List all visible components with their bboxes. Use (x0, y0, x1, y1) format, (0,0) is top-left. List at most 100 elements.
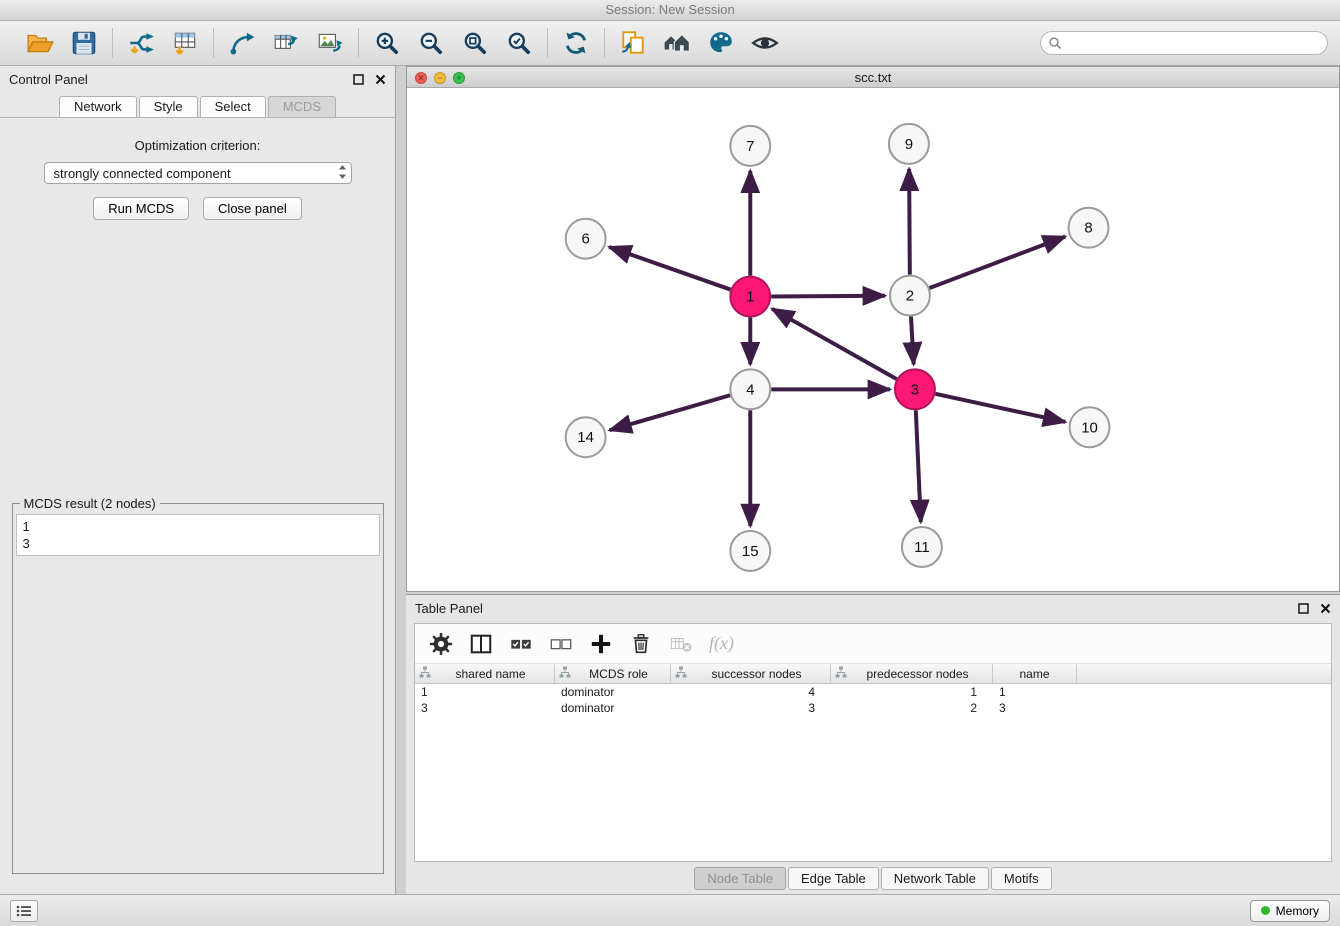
show-panels-button[interactable] (10, 900, 38, 922)
show-hide-button[interactable] (749, 27, 781, 59)
graph-node-label: 6 (581, 231, 589, 248)
tab-edge-table[interactable]: Edge Table (788, 867, 879, 890)
float-panel-icon[interactable] (353, 74, 364, 85)
column-header-predecessor-nodes[interactable]: predecessor nodes (831, 664, 993, 683)
graph-node[interactable]: 1 (730, 277, 770, 317)
close-panel-icon[interactable] (375, 74, 386, 85)
cell-name[interactable]: 1 (993, 685, 1077, 699)
import-table-button[interactable] (169, 27, 201, 59)
graph-node[interactable]: 11 (902, 527, 942, 567)
cell-successor-nodes[interactable]: 4 (671, 685, 831, 699)
graph-edge[interactable] (911, 317, 914, 365)
cell-shared-name[interactable]: 1 (415, 685, 555, 699)
graph-node[interactable]: 9 (889, 124, 929, 164)
tab-node-table[interactable]: Node Table (694, 867, 786, 890)
export-image-icon (316, 29, 344, 57)
tab-motifs[interactable]: Motifs (991, 867, 1052, 890)
cell-shared-name[interactable]: 3 (415, 701, 555, 715)
cell-successor-nodes[interactable]: 3 (671, 701, 831, 715)
show-column-button[interactable] (469, 632, 493, 656)
zoom-out-button[interactable] (415, 27, 447, 59)
column-header-name[interactable]: name (993, 664, 1077, 683)
deselect-all-button[interactable] (549, 632, 573, 656)
graph-edge[interactable] (610, 395, 731, 430)
close-panel-button[interactable]: Close panel (203, 197, 302, 220)
close-window-icon[interactable]: ✕ (415, 72, 427, 84)
cell-predecessor-nodes[interactable]: 2 (831, 701, 993, 715)
tab-style[interactable]: Style (139, 96, 198, 117)
zoom-selected-button[interactable] (503, 27, 535, 59)
cell-mcds-role[interactable]: dominator (555, 685, 671, 699)
window-title: Session: New Session (605, 2, 734, 17)
graph-edge[interactable] (771, 296, 885, 297)
export-network-button[interactable] (226, 27, 258, 59)
cell-name[interactable]: 3 (993, 701, 1077, 715)
graph-node-label: 3 (911, 381, 919, 398)
save-session-button[interactable] (68, 27, 100, 59)
zoom-in-button[interactable] (371, 27, 403, 59)
attribute-icon (419, 666, 431, 681)
delete-column-button[interactable] (669, 632, 693, 656)
graph-node[interactable]: 15 (730, 531, 770, 571)
clone-network-button[interactable] (617, 27, 649, 59)
table-settings-button[interactable] (429, 632, 453, 656)
cell-predecessor-nodes[interactable]: 1 (831, 685, 993, 699)
graph-edge[interactable] (935, 394, 1065, 422)
export-table-button[interactable] (270, 27, 302, 59)
column-header-shared-name[interactable]: shared name (415, 664, 555, 683)
export-image-button[interactable] (314, 27, 346, 59)
close-table-panel-icon[interactable] (1320, 603, 1331, 614)
table-row[interactable]: 3 dominator 3 2 3 (415, 700, 1331, 716)
apply-style-button[interactable] (705, 27, 737, 59)
minimize-window-icon[interactable]: − (434, 72, 446, 84)
cell-mcds-role[interactable]: dominator (555, 701, 671, 715)
import-network-button[interactable] (125, 27, 157, 59)
graph-node[interactable]: 14 (566, 417, 606, 457)
tab-network-table[interactable]: Network Table (881, 867, 989, 890)
memory-button[interactable]: Memory (1250, 900, 1330, 922)
graph-node[interactable]: 8 (1069, 208, 1109, 248)
float-table-panel-icon[interactable] (1298, 603, 1309, 614)
select-all-icon (509, 632, 533, 656)
column-header-successor-nodes[interactable]: successor nodes (671, 664, 831, 683)
tab-network[interactable]: Network (59, 96, 137, 117)
maximize-window-icon[interactable]: + (453, 72, 465, 84)
graph-node-label: 4 (746, 381, 754, 398)
criterion-select[interactable]: strongly connected component (44, 162, 352, 184)
select-all-button[interactable] (509, 632, 533, 656)
search-input[interactable] (1040, 31, 1328, 55)
graph-edge[interactable] (929, 237, 1065, 288)
mcds-result-list[interactable]: 1 3 (16, 514, 380, 556)
function-builder-button[interactable]: f(x) (709, 633, 734, 654)
graph-node[interactable]: 6 (566, 219, 606, 259)
status-bar: Memory (0, 894, 1340, 926)
delete-row-button[interactable] (629, 632, 653, 656)
open-session-button[interactable] (24, 27, 56, 59)
tab-mcds[interactable]: MCDS (268, 96, 336, 117)
graph-node[interactable]: 2 (890, 276, 930, 316)
table-panel: Table Panel (406, 594, 1340, 894)
network-canvas[interactable]: 7 9 6 8 1 2 4 3 14 10 15 11 (407, 88, 1339, 591)
graph-node[interactable]: 7 (730, 126, 770, 166)
refresh-layout-button[interactable] (560, 27, 592, 59)
layout-home-button[interactable] (661, 27, 693, 59)
attribute-icon (559, 666, 571, 681)
table-toolbar: f(x) (415, 624, 1331, 664)
graph-edge[interactable] (909, 169, 910, 275)
graph-node[interactable]: 10 (1070, 407, 1110, 447)
run-mcds-button[interactable]: Run MCDS (93, 197, 189, 220)
network-window-titlebar[interactable]: ✕ − + scc.txt (407, 67, 1339, 88)
column-header-mcds-role[interactable]: MCDS role (555, 664, 671, 683)
zoom-fit-button[interactable] (459, 27, 491, 59)
tab-select[interactable]: Select (200, 96, 266, 117)
graph-edge[interactable] (772, 309, 897, 379)
deselect-all-icon (549, 632, 573, 656)
graph-node[interactable]: 3 (895, 369, 935, 409)
add-row-button[interactable] (589, 632, 613, 656)
table-row[interactable]: 1 dominator 4 1 1 (415, 684, 1331, 700)
table-header-row: shared name MCDS role successor nodes pr… (415, 664, 1331, 684)
graph-edge[interactable] (916, 410, 921, 522)
graph-node[interactable]: 4 (730, 369, 770, 409)
graph-edge[interactable] (609, 247, 730, 290)
import-table-icon (171, 29, 199, 57)
